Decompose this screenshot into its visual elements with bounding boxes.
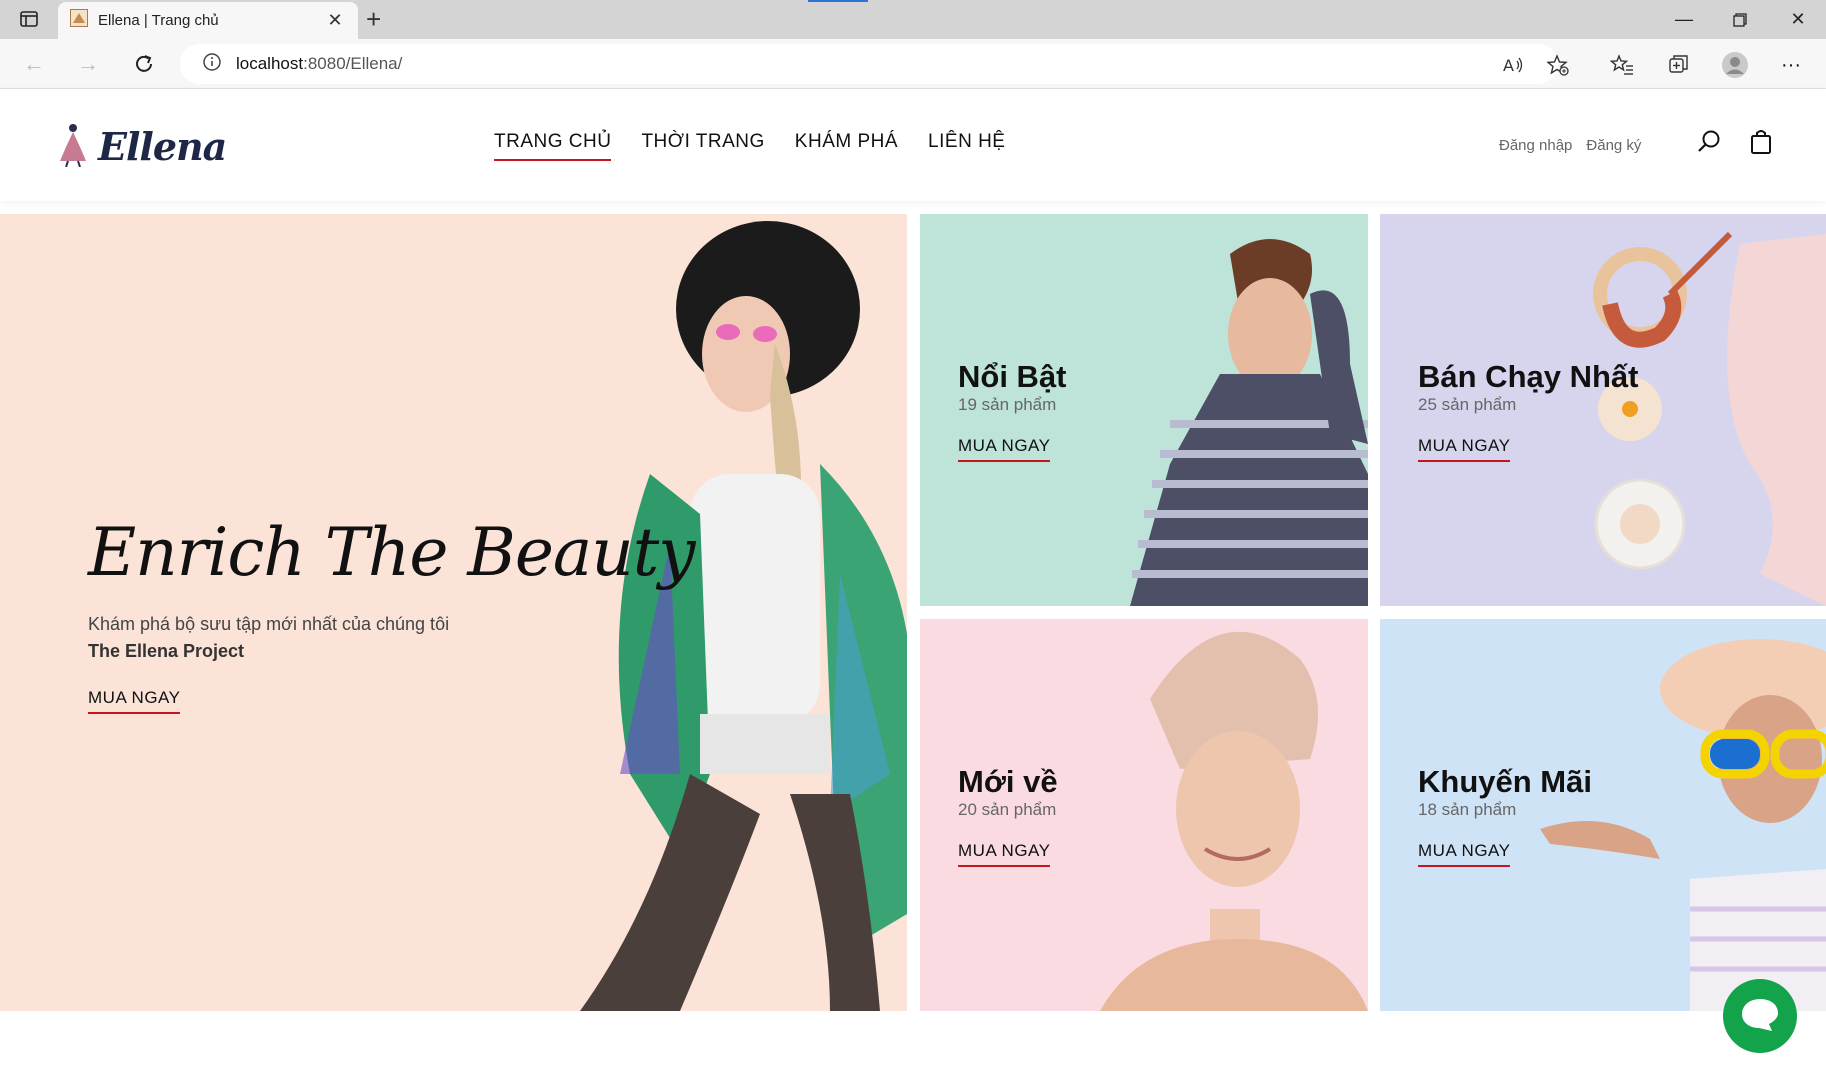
card-count: 18 sản phẩm (1418, 800, 1517, 819)
url-host: localhost (236, 54, 304, 73)
nav-home[interactable]: TRANG CHỦ (494, 131, 612, 161)
card-count: 20 sản phẩm (958, 800, 1057, 819)
new-tab-icon[interactable]: + (366, 5, 381, 33)
close-window-icon[interactable]: ✕ (1770, 0, 1826, 39)
featured-model-image (1130, 239, 1368, 606)
favicon-icon (70, 9, 88, 32)
url-field[interactable]: localhost:8080/Ellena/ (180, 44, 1558, 84)
tab-actions-icon[interactable] (16, 6, 42, 32)
card-shop-now-button[interactable]: MUA NGAY (1418, 436, 1511, 462)
best-sellers-products-image (1593, 231, 1826, 606)
address-bar-row: ← → localhost:8080/Ellena/ A ··· (0, 39, 1826, 89)
card-new-arrivals[interactable]: Mới về 20 sản phẩm MUA NGAY (920, 619, 1368, 1011)
hero-model-image (580, 221, 907, 1011)
card-count: 25 sản phẩm (1418, 395, 1517, 414)
hero-subtitle: Khám phá bộ sưu tập mới nhất của chúng t… (88, 614, 450, 634)
site-header: Ellena TRANG CHỦ THỜI TRANG KHÁM PHÁ LIÊ… (0, 89, 1826, 201)
logo-figure-icon (56, 121, 92, 172)
hero-banner: Enrich The Beauty Khám phá bộ sưu tập mớ… (0, 214, 907, 1011)
register-link[interactable]: Đăng ký (1586, 137, 1641, 154)
restore-icon[interactable] (1712, 0, 1768, 39)
hero-shop-now-button[interactable]: MUA NGAY (88, 688, 181, 714)
tab-indicator (808, 0, 868, 2)
auth-links: Đăng nhập Đăng ký (1499, 137, 1641, 154)
url-text: localhost:8080/Ellena/ (236, 54, 402, 74)
card-count: 19 sản phẩm (958, 395, 1057, 414)
card-featured[interactable]: Nổi Bật 19 sản phẩm MUA NGAY (920, 214, 1368, 606)
tab-title: Ellena | Trang chủ (98, 12, 219, 29)
card-title: Bán Chạy Nhất (1418, 359, 1639, 394)
search-icon[interactable] (1694, 127, 1724, 157)
promotions-model-image (1540, 639, 1826, 1011)
card-title: Mới về (958, 764, 1058, 799)
hero-title: Enrich The Beauty (88, 514, 696, 591)
hero-brand: The Ellena Project (88, 641, 245, 661)
forward-icon[interactable]: → (74, 50, 102, 78)
tab-close-icon[interactable]: ✕ (324, 10, 346, 31)
minimize-icon[interactable]: — (1656, 0, 1712, 39)
card-shop-now-button[interactable]: MUA NGAY (1418, 841, 1511, 867)
cart-bag-icon[interactable] (1746, 127, 1776, 157)
card-promotions[interactable]: Khuyến Mãi 18 sản phẩm MUA NGAY (1380, 619, 1826, 1011)
nav-explore[interactable]: KHÁM PHÁ (795, 131, 898, 161)
favorites-icon[interactable] (1607, 50, 1637, 80)
card-shop-now-button[interactable]: MUA NGAY (958, 436, 1051, 462)
browser-tab[interactable]: Ellena | Trang chủ ✕ (58, 2, 358, 39)
more-menu-icon[interactable]: ··· (1776, 50, 1806, 80)
add-favorite-icon[interactable] (1543, 50, 1573, 80)
nav-fashion[interactable]: THỜI TRANG (641, 131, 764, 161)
chat-widget-button[interactable] (1723, 979, 1797, 1053)
back-icon[interactable]: ← (20, 50, 48, 78)
nav-contact[interactable]: LIÊN HỆ (928, 131, 1005, 161)
url-path: :8080/Ellena/ (303, 54, 403, 73)
site-logo[interactable]: Ellena (56, 121, 227, 172)
card-shop-now-button[interactable]: MUA NGAY (958, 841, 1051, 867)
card-best-sellers[interactable]: Bán Chạy Nhất 25 sản phẩm MUA NGAY (1380, 214, 1826, 606)
logo-text: Ellena (98, 124, 227, 169)
card-title: Nổi Bật (958, 359, 1067, 394)
site-info-icon[interactable] (202, 52, 222, 77)
main-nav: TRANG CHỦ THỜI TRANG KHÁM PHÁ LIÊN HỆ (494, 131, 1005, 161)
svg-text:A: A (1503, 56, 1514, 75)
card-title: Khuyến Mãi (1418, 764, 1592, 799)
browser-tab-bar: Ellena | Trang chủ ✕ + — ✕ (0, 0, 1826, 39)
profile-avatar-icon[interactable] (1720, 50, 1750, 80)
chat-bubble-icon (1740, 995, 1780, 1038)
collections-icon[interactable] (1664, 50, 1694, 80)
new-arrivals-model-image (1100, 631, 1368, 1011)
login-link[interactable]: Đăng nhập (1499, 137, 1572, 154)
read-aloud-icon[interactable]: A (1498, 50, 1528, 80)
reload-icon[interactable] (130, 50, 158, 78)
